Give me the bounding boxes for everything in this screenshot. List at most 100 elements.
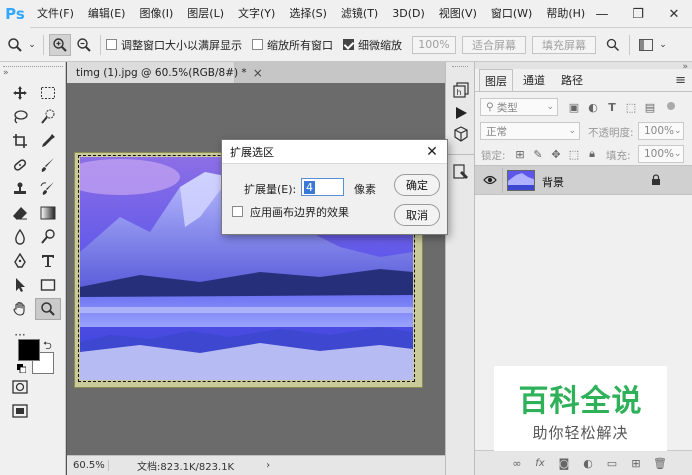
- panel-menu-icon[interactable]: ≡: [675, 73, 686, 88]
- minimize-button[interactable]: —: [584, 0, 620, 28]
- move-tool-icon[interactable]: [7, 82, 33, 104]
- tab-paths[interactable]: 路径: [555, 69, 589, 91]
- panel-grip[interactable]: [452, 66, 468, 70]
- lock-image-icon[interactable]: ✎: [531, 147, 545, 161]
- chevron-down-icon[interactable]: ⌄: [657, 34, 669, 56]
- layer-row-background[interactable]: 背景: [475, 165, 692, 195]
- marquee-tool-icon[interactable]: [35, 82, 61, 104]
- apply-canvas-bounds-checkbox[interactable]: [232, 206, 243, 217]
- blur-tool-icon[interactable]: [7, 226, 33, 248]
- lock-all-icon[interactable]: 🔒︎: [585, 147, 599, 161]
- resize-windows-checkbox[interactable]: 调整窗口大小以满屏显示: [106, 37, 242, 53]
- menu-layer[interactable]: 图层(L): [180, 0, 231, 28]
- history-panel-icon[interactable]: h: [453, 82, 469, 98]
- gradient-tool-icon[interactable]: [35, 202, 61, 224]
- collapse-panel-icon[interactable]: »: [682, 62, 688, 72]
- apply-canvas-bounds-label[interactable]: 应用画布边界的效果: [250, 204, 349, 220]
- properties-panel-icon[interactable]: [453, 164, 469, 180]
- brush-tool-icon[interactable]: [35, 154, 61, 176]
- checkbox-box[interactable]: [252, 39, 263, 50]
- delete-layer-icon[interactable]: 🗑︎: [653, 456, 667, 470]
- menu-select[interactable]: 选择(S): [282, 0, 334, 28]
- crop-tool-icon[interactable]: [7, 130, 33, 152]
- type-tool-icon[interactable]: [35, 250, 61, 272]
- status-menu-arrow-icon[interactable]: ›: [266, 460, 270, 471]
- eyedropper-tool-icon[interactable]: [35, 130, 61, 152]
- zoom-tool-icon[interactable]: [35, 298, 61, 320]
- eraser-tool-icon[interactable]: [7, 202, 33, 224]
- filter-toggle-icon[interactable]: [667, 102, 675, 110]
- document-tab[interactable]: timg (1).jpg @ 60.5%(RGB/8#) * ×: [67, 62, 263, 83]
- search-icon[interactable]: [602, 34, 624, 56]
- menu-filter[interactable]: 滤镜(T): [334, 0, 385, 28]
- filter-shape-icon[interactable]: ⬚: [624, 100, 638, 114]
- panel-grip[interactable]: [3, 66, 63, 70]
- hand-tool-icon[interactable]: [7, 298, 33, 320]
- tab-layers[interactable]: 图层: [479, 69, 513, 91]
- lock-artboard-icon[interactable]: ⬚: [567, 147, 581, 161]
- foreground-color-swatch[interactable]: [18, 339, 40, 361]
- filter-pixel-icon[interactable]: ▣: [567, 100, 581, 114]
- collapse-toolbar-icon[interactable]: »: [3, 68, 9, 78]
- fill-screen-button[interactable]: 填充屏幕: [532, 35, 596, 54]
- lock-transparent-icon[interactable]: ⊞: [513, 147, 527, 161]
- dialog-titlebar[interactable]: 扩展选区: [222, 140, 447, 164]
- visibility-eye-icon[interactable]: [483, 174, 497, 186]
- zoom-out-icon[interactable]: [73, 34, 95, 56]
- fit-screen-button[interactable]: 适合屏幕: [462, 35, 526, 54]
- tab-channels[interactable]: 通道: [517, 69, 551, 91]
- layer-filter-select[interactable]: ⚲ 类型 ⌄: [480, 98, 558, 116]
- filter-adjustment-icon[interactable]: ◐: [586, 100, 600, 114]
- menu-window[interactable]: 窗口(W): [484, 0, 539, 28]
- zoom-in-icon[interactable]: [49, 33, 71, 56]
- checkbox-box-checked[interactable]: [343, 39, 354, 50]
- lock-position-icon[interactable]: ✥: [549, 147, 563, 161]
- dodge-tool-icon[interactable]: [35, 226, 61, 248]
- new-layer-icon[interactable]: ⊞: [629, 456, 643, 470]
- menu-3d[interactable]: 3D(D): [385, 0, 432, 28]
- menu-edit[interactable]: 编辑(E): [81, 0, 133, 28]
- restore-button[interactable]: ❐: [620, 0, 656, 28]
- swap-colors-icon[interactable]: ⮌: [43, 337, 52, 356]
- filter-smart-object-icon[interactable]: ▤: [643, 100, 657, 114]
- opacity-field[interactable]: 100% ⌄: [638, 122, 684, 140]
- close-window-button[interactable]: ✕: [656, 0, 692, 28]
- chevron-down-icon[interactable]: ⌄: [26, 34, 38, 56]
- menu-file[interactable]: 文件(F): [30, 0, 81, 28]
- fill-field[interactable]: 100% ⌄: [638, 145, 684, 163]
- 3d-panel-icon[interactable]: [453, 126, 469, 142]
- play-actions-icon[interactable]: [454, 106, 468, 120]
- lasso-tool-icon[interactable]: [7, 106, 33, 128]
- screen-mode-icon[interactable]: [7, 400, 33, 422]
- rectangle-tool-icon[interactable]: [35, 274, 61, 296]
- ok-button[interactable]: 确定: [394, 174, 440, 196]
- zoom-100-button[interactable]: 100%: [412, 35, 456, 54]
- adjustment-layer-icon[interactable]: ◐: [581, 456, 595, 470]
- clone-stamp-tool-icon[interactable]: [7, 178, 33, 200]
- quick-mask-icon[interactable]: [7, 376, 33, 398]
- menu-type[interactable]: 文字(Y): [231, 0, 282, 28]
- close-icon[interactable]: ✕: [421, 142, 443, 162]
- zoom-all-checkbox[interactable]: 缩放所有窗口: [252, 37, 333, 53]
- filter-type-icon[interactable]: T: [605, 100, 619, 114]
- expand-by-input[interactable]: 4: [301, 178, 344, 196]
- new-group-icon[interactable]: ▭: [605, 456, 619, 470]
- quick-selection-tool-icon[interactable]: [35, 106, 61, 128]
- path-selection-tool-icon[interactable]: [7, 274, 33, 296]
- close-tab-icon[interactable]: ×: [253, 66, 263, 80]
- add-mask-icon[interactable]: ◙: [557, 456, 571, 470]
- healing-brush-tool-icon[interactable]: [7, 154, 33, 176]
- cancel-button[interactable]: 取消: [394, 204, 440, 226]
- blend-mode-select[interactable]: 正常 ⌄: [480, 122, 580, 140]
- zoom-tool-preset-icon[interactable]: [4, 34, 26, 56]
- zoom-level[interactable]: 60.5%: [67, 460, 109, 471]
- menu-image[interactable]: 图像(I): [132, 0, 180, 28]
- history-brush-tool-icon[interactable]: [35, 178, 61, 200]
- scrubby-zoom-checkbox[interactable]: 细微缩放: [343, 37, 402, 53]
- pen-tool-icon[interactable]: [7, 250, 33, 272]
- menu-view[interactable]: 视图(V): [432, 0, 484, 28]
- default-colors-icon[interactable]: [17, 363, 27, 374]
- layer-style-icon[interactable]: fx: [533, 456, 547, 470]
- workspace-icon[interactable]: [635, 34, 657, 56]
- layer-name[interactable]: 背景: [542, 174, 564, 190]
